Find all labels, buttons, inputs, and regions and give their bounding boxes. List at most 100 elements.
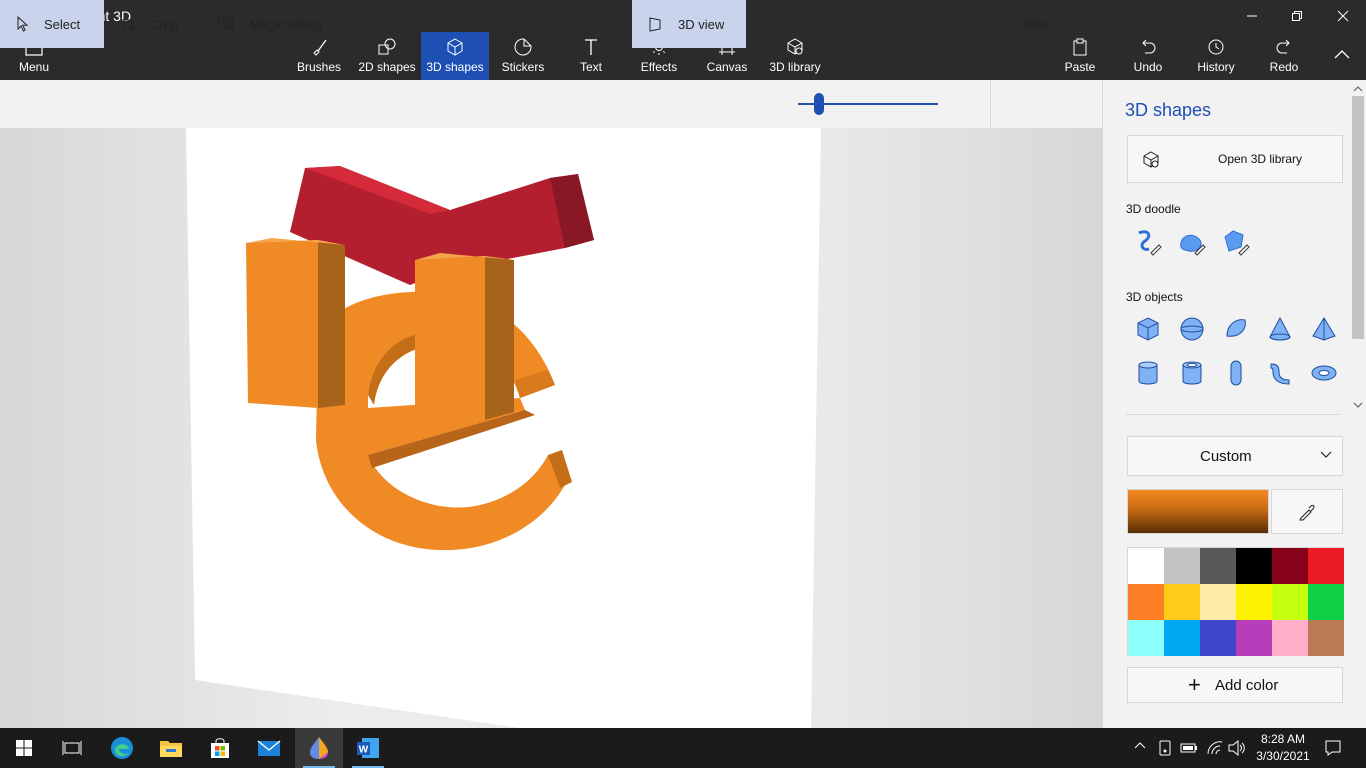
- menu-label: Menu: [18, 60, 50, 74]
- undo-icon: [1142, 39, 1156, 54]
- tab-label: Effects: [640, 60, 678, 74]
- color-swatch[interactable]: [1164, 548, 1200, 584]
- store-taskbar-button[interactable]: [196, 728, 244, 768]
- tube-icon[interactable]: [1175, 356, 1209, 390]
- zoom-out-button[interactable]: [760, 0, 780, 48]
- color-swatch[interactable]: [1308, 548, 1344, 584]
- close-button[interactable]: [1320, 0, 1366, 32]
- chevron-up-icon[interactable]: [1134, 740, 1146, 752]
- notifications-icon[interactable]: [1324, 739, 1342, 757]
- crop-icon: [121, 17, 135, 31]
- sphere-icon[interactable]: [1175, 312, 1209, 346]
- scroll-down-icon[interactable]: [1350, 400, 1366, 410]
- magic-select-icon: [218, 17, 235, 32]
- undo-label: Undo: [1133, 60, 1163, 74]
- paint-3d-icon: [310, 737, 328, 759]
- color-swatch[interactable]: [1200, 620, 1236, 656]
- plus-icon: +: [1188, 672, 1201, 697]
- 3d-view-toggle[interactable]: 3D view: [632, 0, 746, 48]
- tab-label: Stickers: [501, 60, 545, 74]
- collapse-ribbon-button[interactable]: [1326, 32, 1358, 80]
- volume-icon[interactable]: [1228, 740, 1246, 756]
- 3d-shapes-icon: [447, 38, 463, 56]
- color-swatch[interactable]: [1236, 620, 1272, 656]
- tab-stickers[interactable]: Stickers: [496, 32, 550, 80]
- crop-tool[interactable]: Crop: [104, 0, 204, 48]
- tab-text[interactable]: Text: [566, 32, 616, 80]
- color-swatch[interactable]: [1128, 620, 1164, 656]
- color-swatch[interactable]: [1128, 584, 1164, 620]
- color-swatch[interactable]: [1128, 548, 1164, 584]
- more-options-button[interactable]: [1062, 0, 1092, 48]
- select-tool[interactable]: Select: [0, 0, 104, 48]
- zoom-in-button[interactable]: [956, 0, 976, 48]
- tab-label: Canvas: [706, 60, 748, 74]
- color-swatch[interactable]: [1272, 584, 1308, 620]
- donut-icon[interactable]: [1307, 356, 1341, 390]
- task-view-button[interactable]: [48, 728, 96, 768]
- current-color-swatch[interactable]: [1127, 489, 1269, 534]
- soft-edge-doodle-icon[interactable]: [1175, 225, 1209, 259]
- tab-2d-shapes[interactable]: 2D shapes: [354, 32, 420, 80]
- word-taskbar-button[interactable]: W: [344, 728, 392, 768]
- side-panel: 3D shapes Open 3D library 3D doodle 3D o…: [1102, 80, 1366, 728]
- start-button[interactable]: [0, 728, 48, 768]
- color-swatch[interactable]: [1236, 548, 1272, 584]
- history-button[interactable]: History: [1192, 32, 1240, 80]
- cone-icon[interactable]: [1263, 312, 1297, 346]
- color-mode-dropdown[interactable]: Custom: [1127, 436, 1343, 476]
- eyedropper-icon: [1299, 504, 1315, 520]
- zoom-slider-thumb[interactable]: [814, 93, 824, 115]
- hemisphere-icon[interactable]: [1219, 312, 1253, 346]
- pyramid-icon[interactable]: [1307, 312, 1341, 346]
- capsule-icon[interactable]: [1219, 356, 1253, 390]
- chevron-up-icon: [1334, 50, 1350, 59]
- redo-button[interactable]: Redo: [1264, 32, 1304, 80]
- restore-button[interactable]: [1274, 0, 1320, 32]
- open-3d-library-button[interactable]: Open 3D library: [1127, 135, 1343, 183]
- taskbar-clock[interactable]: 8:28 AM 3/30/2021: [1254, 731, 1312, 765]
- toolbar-divider: [990, 80, 991, 128]
- wifi-icon[interactable]: [1206, 740, 1224, 756]
- edge-icon: [111, 737, 133, 759]
- paste-label: Paste: [1064, 60, 1096, 74]
- color-swatch[interactable]: [1308, 620, 1344, 656]
- bent-tube-icon[interactable]: [1263, 356, 1297, 390]
- zoom-percentage[interactable]: 33%: [1000, 0, 1048, 48]
- minus-icon: [761, 23, 766, 25]
- undo-button[interactable]: Undo: [1128, 32, 1168, 80]
- add-color-button[interactable]: + Add color: [1127, 667, 1343, 703]
- clock-time: 8:28 AM: [1260, 732, 1306, 746]
- orange-block-left[interactable]: [246, 238, 345, 408]
- color-swatch[interactable]: [1308, 584, 1344, 620]
- color-swatch[interactable]: [1164, 620, 1200, 656]
- file-explorer-taskbar-button[interactable]: [147, 728, 195, 768]
- edge-taskbar-button[interactable]: [98, 728, 146, 768]
- paint-3d-taskbar-button[interactable]: [295, 728, 343, 768]
- color-swatch[interactable]: [1200, 548, 1236, 584]
- sharp-edge-doodle-icon[interactable]: [1131, 225, 1165, 259]
- drawing-canvas[interactable]: [0, 128, 1102, 728]
- cube-icon[interactable]: [1131, 312, 1165, 346]
- device-icon[interactable]: [1158, 740, 1172, 756]
- eyedropper-button[interactable]: [1271, 489, 1343, 534]
- scrollbar-thumb[interactable]: [1352, 96, 1364, 339]
- tab-3d-shapes[interactable]: 3D shapes: [421, 32, 489, 80]
- scroll-up-icon[interactable]: [1350, 84, 1366, 94]
- tube-doodle-icon[interactable]: [1219, 225, 1253, 259]
- color-swatch[interactable]: [1272, 620, 1308, 656]
- color-swatch[interactable]: [1164, 584, 1200, 620]
- battery-icon[interactable]: [1180, 740, 1198, 756]
- minimize-button[interactable]: [1229, 0, 1275, 32]
- color-swatch[interactable]: [1272, 548, 1308, 584]
- magic-select-tool[interactable]: Magic select: [204, 0, 354, 48]
- color-swatch[interactable]: [1236, 584, 1272, 620]
- magic-select-label: Magic select: [250, 16, 323, 32]
- cylinder-icon[interactable]: [1131, 356, 1165, 390]
- orange-block-right[interactable]: [415, 253, 514, 420]
- chevron-down-icon: [1320, 451, 1332, 458]
- panel-title: 3D shapes: [1125, 100, 1212, 120]
- mail-taskbar-button[interactable]: [245, 728, 293, 768]
- word-icon: W: [357, 738, 379, 758]
- color-swatch[interactable]: [1200, 584, 1236, 620]
